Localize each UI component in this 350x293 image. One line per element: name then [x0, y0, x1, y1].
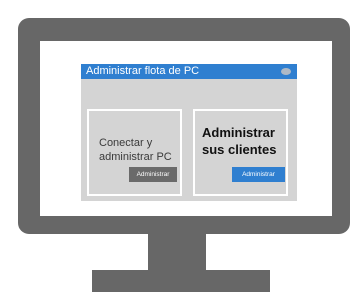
card-label: Administrar sus clientes [202, 125, 277, 157]
administrar-button[interactable]: Administrar [129, 167, 177, 182]
window-title-bar: Administrar flota de PC [81, 64, 297, 79]
monitor-neck [148, 234, 206, 270]
card-connect-manage-pc: Conectar y administrar PC Administrar [87, 109, 182, 196]
card-manage-clients: Administrar sus clientes Administrar [193, 109, 288, 196]
window-title: Administrar flota de PC [86, 65, 200, 77]
card-label: Conectar y administrar PC [99, 137, 172, 163]
window-control-icon[interactable] [281, 68, 291, 75]
monitor-stand-base [92, 270, 270, 292]
administrar-clients-button[interactable]: Administrar [232, 167, 285, 182]
app-window: Administrar flota de PC Conectar y admin… [81, 64, 297, 201]
